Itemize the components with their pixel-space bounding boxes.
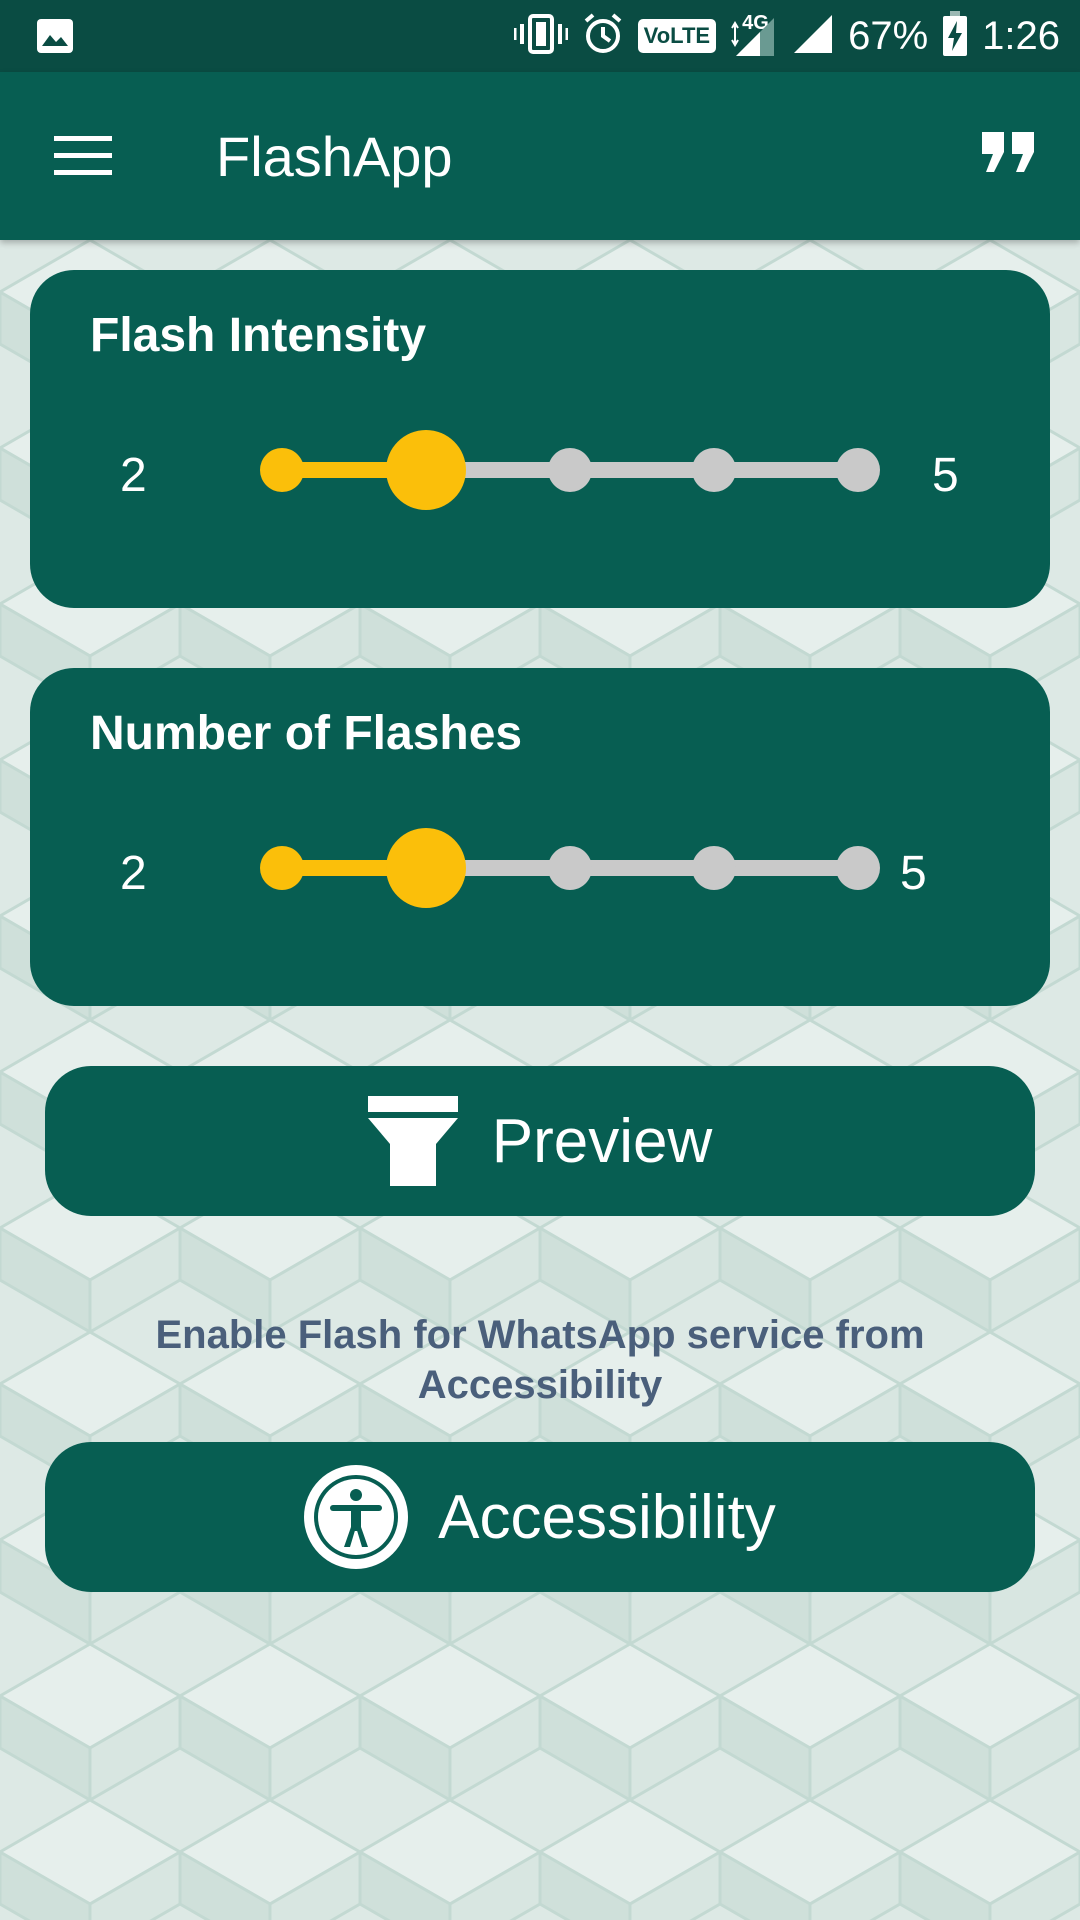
flash-intensity-max-label: 5 — [932, 449, 959, 502]
battery-charging-icon — [942, 10, 968, 62]
number-of-flashes-slider-step-dot — [548, 846, 592, 890]
flash-intensity-slider[interactable] — [220, 420, 910, 520]
accessibility-button[interactable]: Accessibility — [45, 1442, 1035, 1592]
image-icon — [36, 18, 74, 59]
alarm-icon — [582, 12, 624, 60]
accessibility-icon — [304, 1465, 409, 1569]
app-title: FlashApp — [216, 125, 453, 188]
number-of-flashes-slider-step-dot — [692, 846, 736, 890]
network-4g-icon: 4G — [730, 12, 776, 58]
flash-intensity-slider-step-dot — [836, 448, 880, 492]
flash-intensity-slider-step-dot — [548, 448, 592, 492]
number-of-flashes-slider-step-dot — [836, 846, 880, 890]
accessibility-button-label: Accessibility — [438, 1482, 776, 1552]
flash-intensity-slider-thumb[interactable] — [386, 430, 466, 510]
flash-intensity-min-label: 2 — [120, 449, 147, 502]
status-bar: VoLTE 4G 67% 1:26 — [0, 0, 1080, 72]
number-of-flashes-max-label: 5 — [900, 847, 927, 900]
number-of-flashes-slider-step-dot — [260, 846, 304, 890]
battery-percent: 67% — [848, 13, 929, 58]
menu-icon[interactable] — [54, 134, 112, 183]
number-of-flashes-min-label: 2 — [120, 847, 147, 900]
clock: 1:26 — [982, 13, 1060, 58]
number-of-flashes-slider[interactable] — [220, 818, 910, 918]
number-of-flashes-title: Number of Flashes — [90, 707, 523, 760]
preview-button[interactable]: Preview — [45, 1066, 1035, 1216]
flashlight-icon — [367, 1096, 458, 1186]
app-bar: FlashApp — [0, 72, 1080, 240]
flash-intensity-slider-step-dot — [692, 448, 736, 492]
status-icons: VoLTE 4G 67% 1:26 — [513, 0, 1060, 72]
flash-intensity-title: Flash Intensity — [90, 309, 427, 362]
volte-badge: VoLTE — [637, 19, 717, 53]
flash-intensity-card: Flash Intensity 2 5 — [30, 270, 1050, 608]
signal-icon — [790, 13, 834, 60]
number-of-flashes-slider-thumb[interactable] — [386, 828, 466, 908]
quote-icon[interactable] — [980, 130, 1036, 179]
preview-button-label: Preview — [491, 1106, 713, 1176]
accessibility-info-text: Enable Flash for WhatsApp service from A… — [155, 1313, 925, 1407]
number-of-flashes-card: Number of Flashes 2 5 — [30, 668, 1050, 1006]
flash-intensity-slider-step-dot — [260, 448, 304, 492]
vibrate-icon — [513, 13, 569, 59]
